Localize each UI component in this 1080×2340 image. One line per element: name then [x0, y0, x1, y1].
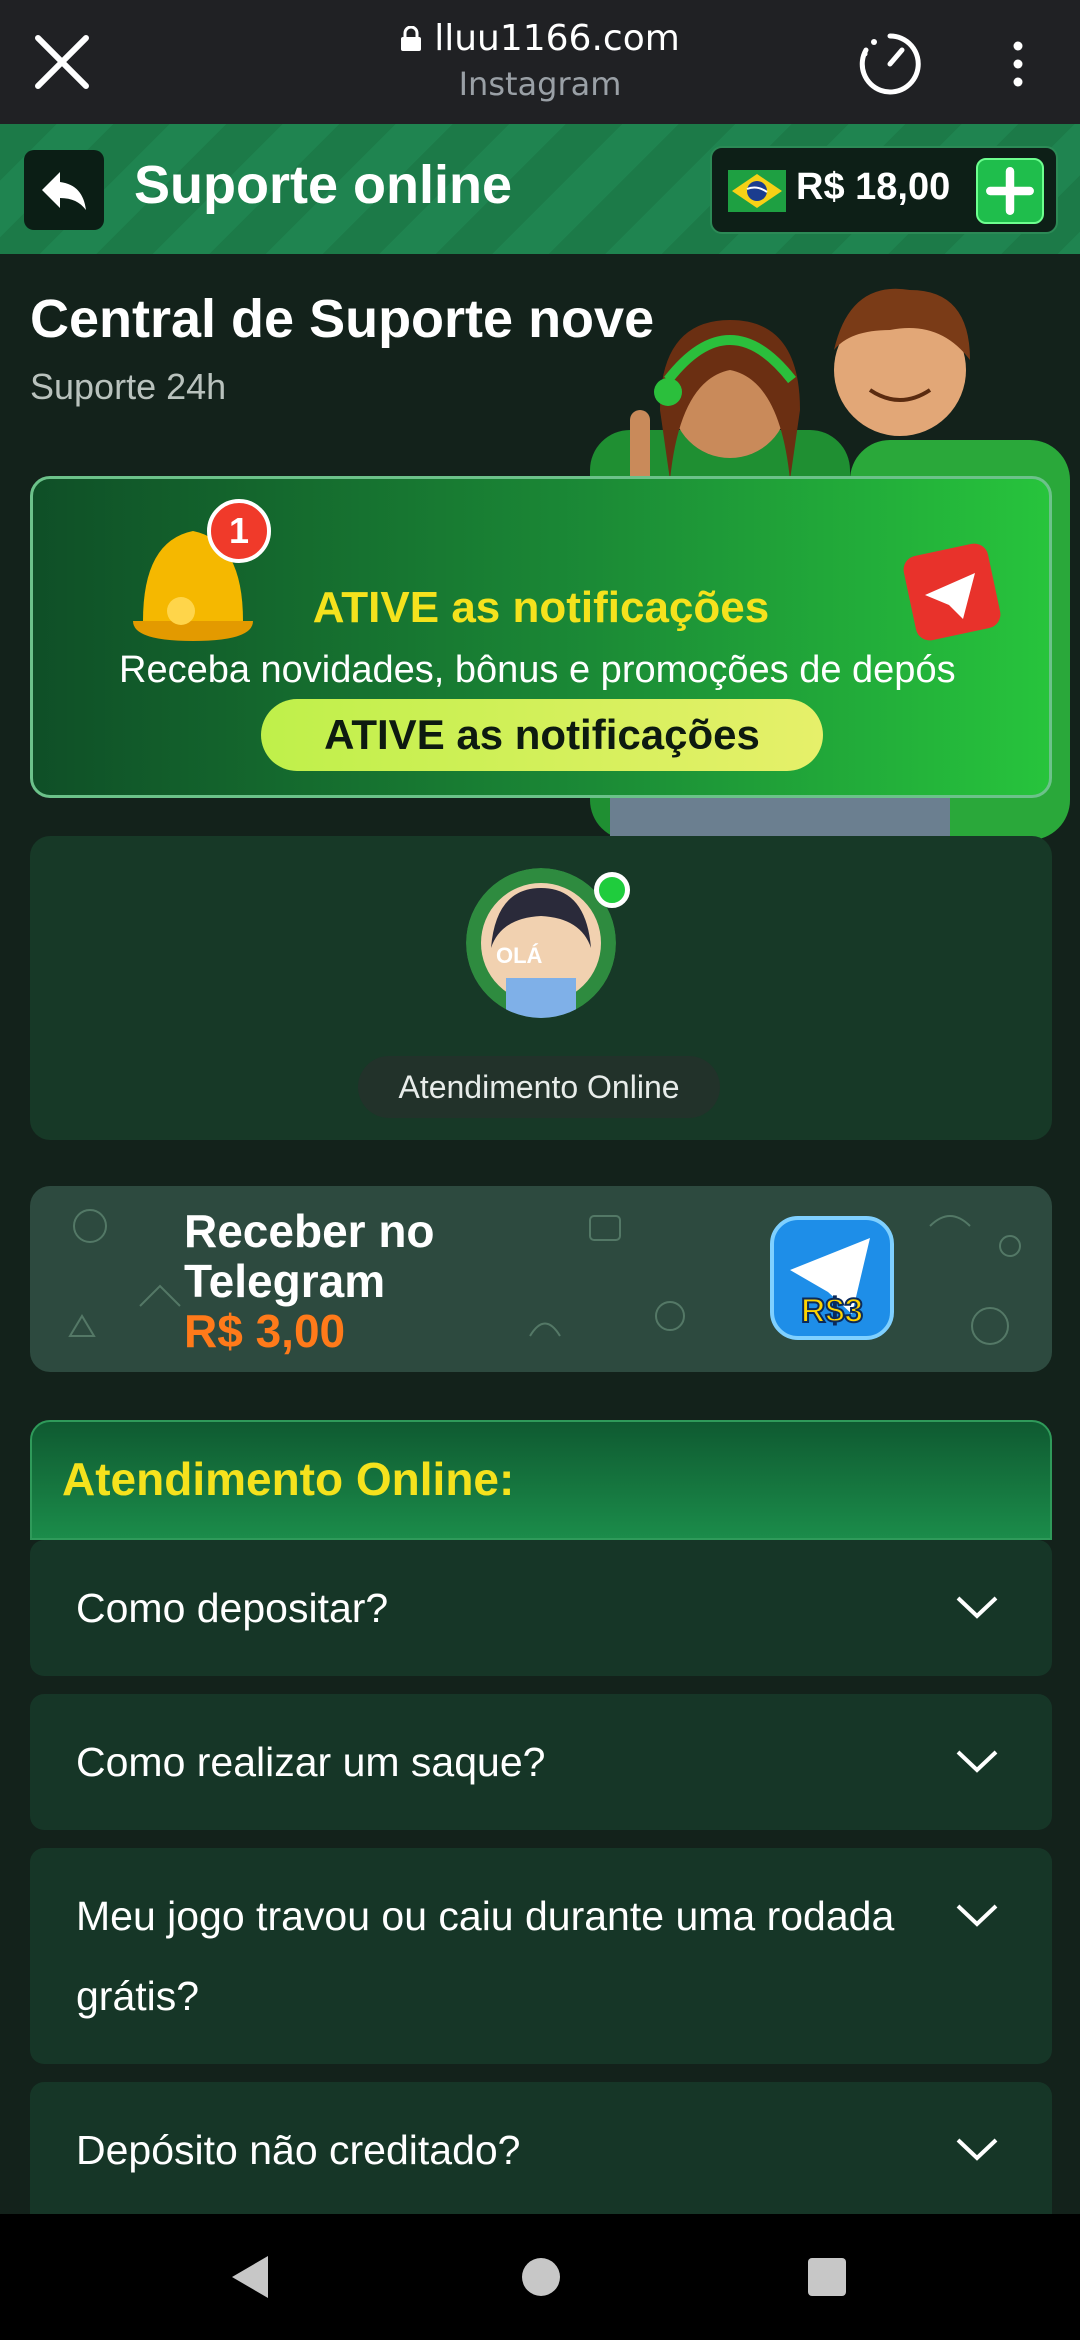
notification-banner[interactable]: 1 ATIVE as notificações Receba novidades… — [30, 476, 1052, 798]
online-status-indicator — [594, 872, 630, 908]
more-options-icon[interactable] — [1000, 36, 1036, 92]
faq-header-title: Atendimento Online: — [62, 1453, 515, 1505]
faq-item[interactable]: Como depositar? — [30, 1540, 1052, 1676]
faq-item[interactable]: Meu jogo travou ou caiu durante uma roda… — [30, 1848, 1052, 2064]
telegram-reward-card[interactable]: Receber no Telegram R$ 3,00 R$3 — [30, 1186, 1052, 1372]
faq-item[interactable]: Como realizar um saque? — [30, 1694, 1052, 1830]
online-support-label: Atendimento Online — [358, 1056, 720, 1118]
notification-description: Receba novidades, bônus e promoções de d… — [119, 649, 956, 691]
online-support-card[interactable]: OLÁ Atendimento Online — [30, 836, 1052, 1140]
back-button[interactable] — [24, 150, 104, 230]
avatar-greeting-text: OLÁ — [496, 943, 543, 968]
deposit-add-button[interactable] — [976, 158, 1044, 224]
nav-home-icon[interactable] — [522, 2258, 560, 2296]
faq-item[interactable]: Depósito não creditado? — [30, 2082, 1052, 2214]
chevron-down-icon — [956, 1596, 998, 1619]
balance-amount: R$ 18,00 — [796, 166, 951, 208]
bell-icon: 1 — [133, 499, 271, 641]
telegram-card-title: Receber no Telegram — [184, 1205, 435, 1307]
chevron-down-icon — [956, 1750, 998, 1773]
faq-header: Atendimento Online: — [30, 1420, 1052, 1540]
back-arrow-icon — [42, 172, 86, 210]
faq-question: Meu jogo travou ou caiu durante uma roda… — [76, 1893, 895, 2019]
plus-icon — [986, 167, 1034, 215]
balance-box[interactable]: R$ 18,00 — [710, 146, 1058, 234]
browser-toolbar: lluu1166.com Instagram — [0, 0, 1080, 124]
bell-badge-count: 1 — [229, 510, 249, 551]
page-subtitle: Suporte 24h — [30, 366, 227, 407]
faq-question: Depósito não creditado? — [76, 2127, 521, 2173]
brazil-flag-icon — [728, 170, 786, 212]
nav-recents-icon[interactable] — [808, 2258, 846, 2296]
page-title: Central de Suporte nove — [30, 289, 655, 349]
faq-question: Como depositar? — [76, 1585, 389, 1631]
chevron-down-icon — [956, 2138, 998, 2161]
faq-question: Como realizar um saque? — [76, 1739, 546, 1785]
system-navigation-bar — [0, 2214, 1080, 2340]
header-title: Suporte online — [134, 155, 512, 215]
telegram-reward-amount: R$ 3,00 — [184, 1305, 346, 1357]
nav-back-icon[interactable] — [230, 2254, 270, 2300]
lock-icon — [401, 26, 422, 51]
telegram-reward-icon: R$3 — [770, 1216, 894, 1340]
notification-heading: ATIVE as notificações — [312, 583, 770, 632]
app-header: Suporte online R$ 18,00 — [0, 124, 1080, 254]
chevron-down-icon — [956, 1904, 998, 1927]
browser-domain: lluu1166.com — [434, 18, 680, 59]
enable-notifications-button[interactable]: ATIVE as notificações — [261, 699, 823, 771]
timer-icon[interactable] — [856, 30, 924, 98]
telegram-icon-reward-text: R$3 — [801, 1292, 863, 1330]
